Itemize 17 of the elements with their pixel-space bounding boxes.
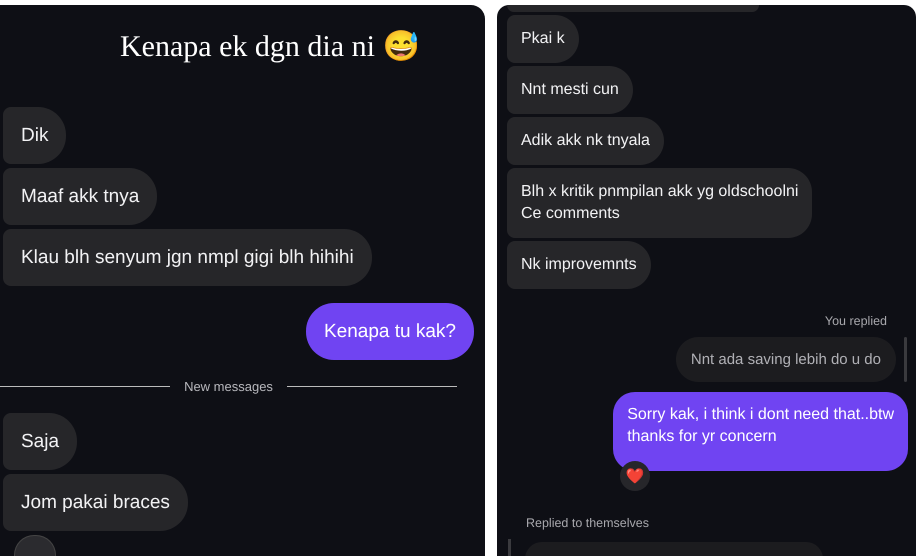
message-bubble: Adik akk nk tnyala: [507, 117, 664, 165]
message-bubble: Maaf akk tnya: [3, 168, 158, 225]
message-bubble: Pkai k: [507, 15, 579, 63]
message-bubble: Klau blh senyum jgn nmpl gigi blh hihihi: [3, 229, 372, 286]
quoted-message: Nnt ada saving lebih do u do: [676, 337, 896, 382]
message-bubble: Dik: [3, 107, 66, 164]
reply-label: You replied: [824, 314, 887, 328]
caption-text: Kenapa ek dgn dia ni 😅: [120, 29, 420, 65]
reaction-badge: [14, 535, 56, 556]
message-bubble: Saja: [3, 413, 78, 470]
message-bubble: Kenapa tu kak?: [306, 303, 474, 360]
reply-label: Replied to themselves: [526, 516, 649, 530]
message-bubble: Nk improvemnts: [507, 241, 651, 289]
message-bubble: Blh x kritik pnmpilan akk yg oldschoolni Ce comments: [507, 168, 812, 238]
new-messages-label: New messages: [184, 379, 273, 394]
message-bubble: Jom pakai braces: [3, 474, 188, 531]
message-bubble: Nnt mesti cun: [507, 66, 633, 114]
